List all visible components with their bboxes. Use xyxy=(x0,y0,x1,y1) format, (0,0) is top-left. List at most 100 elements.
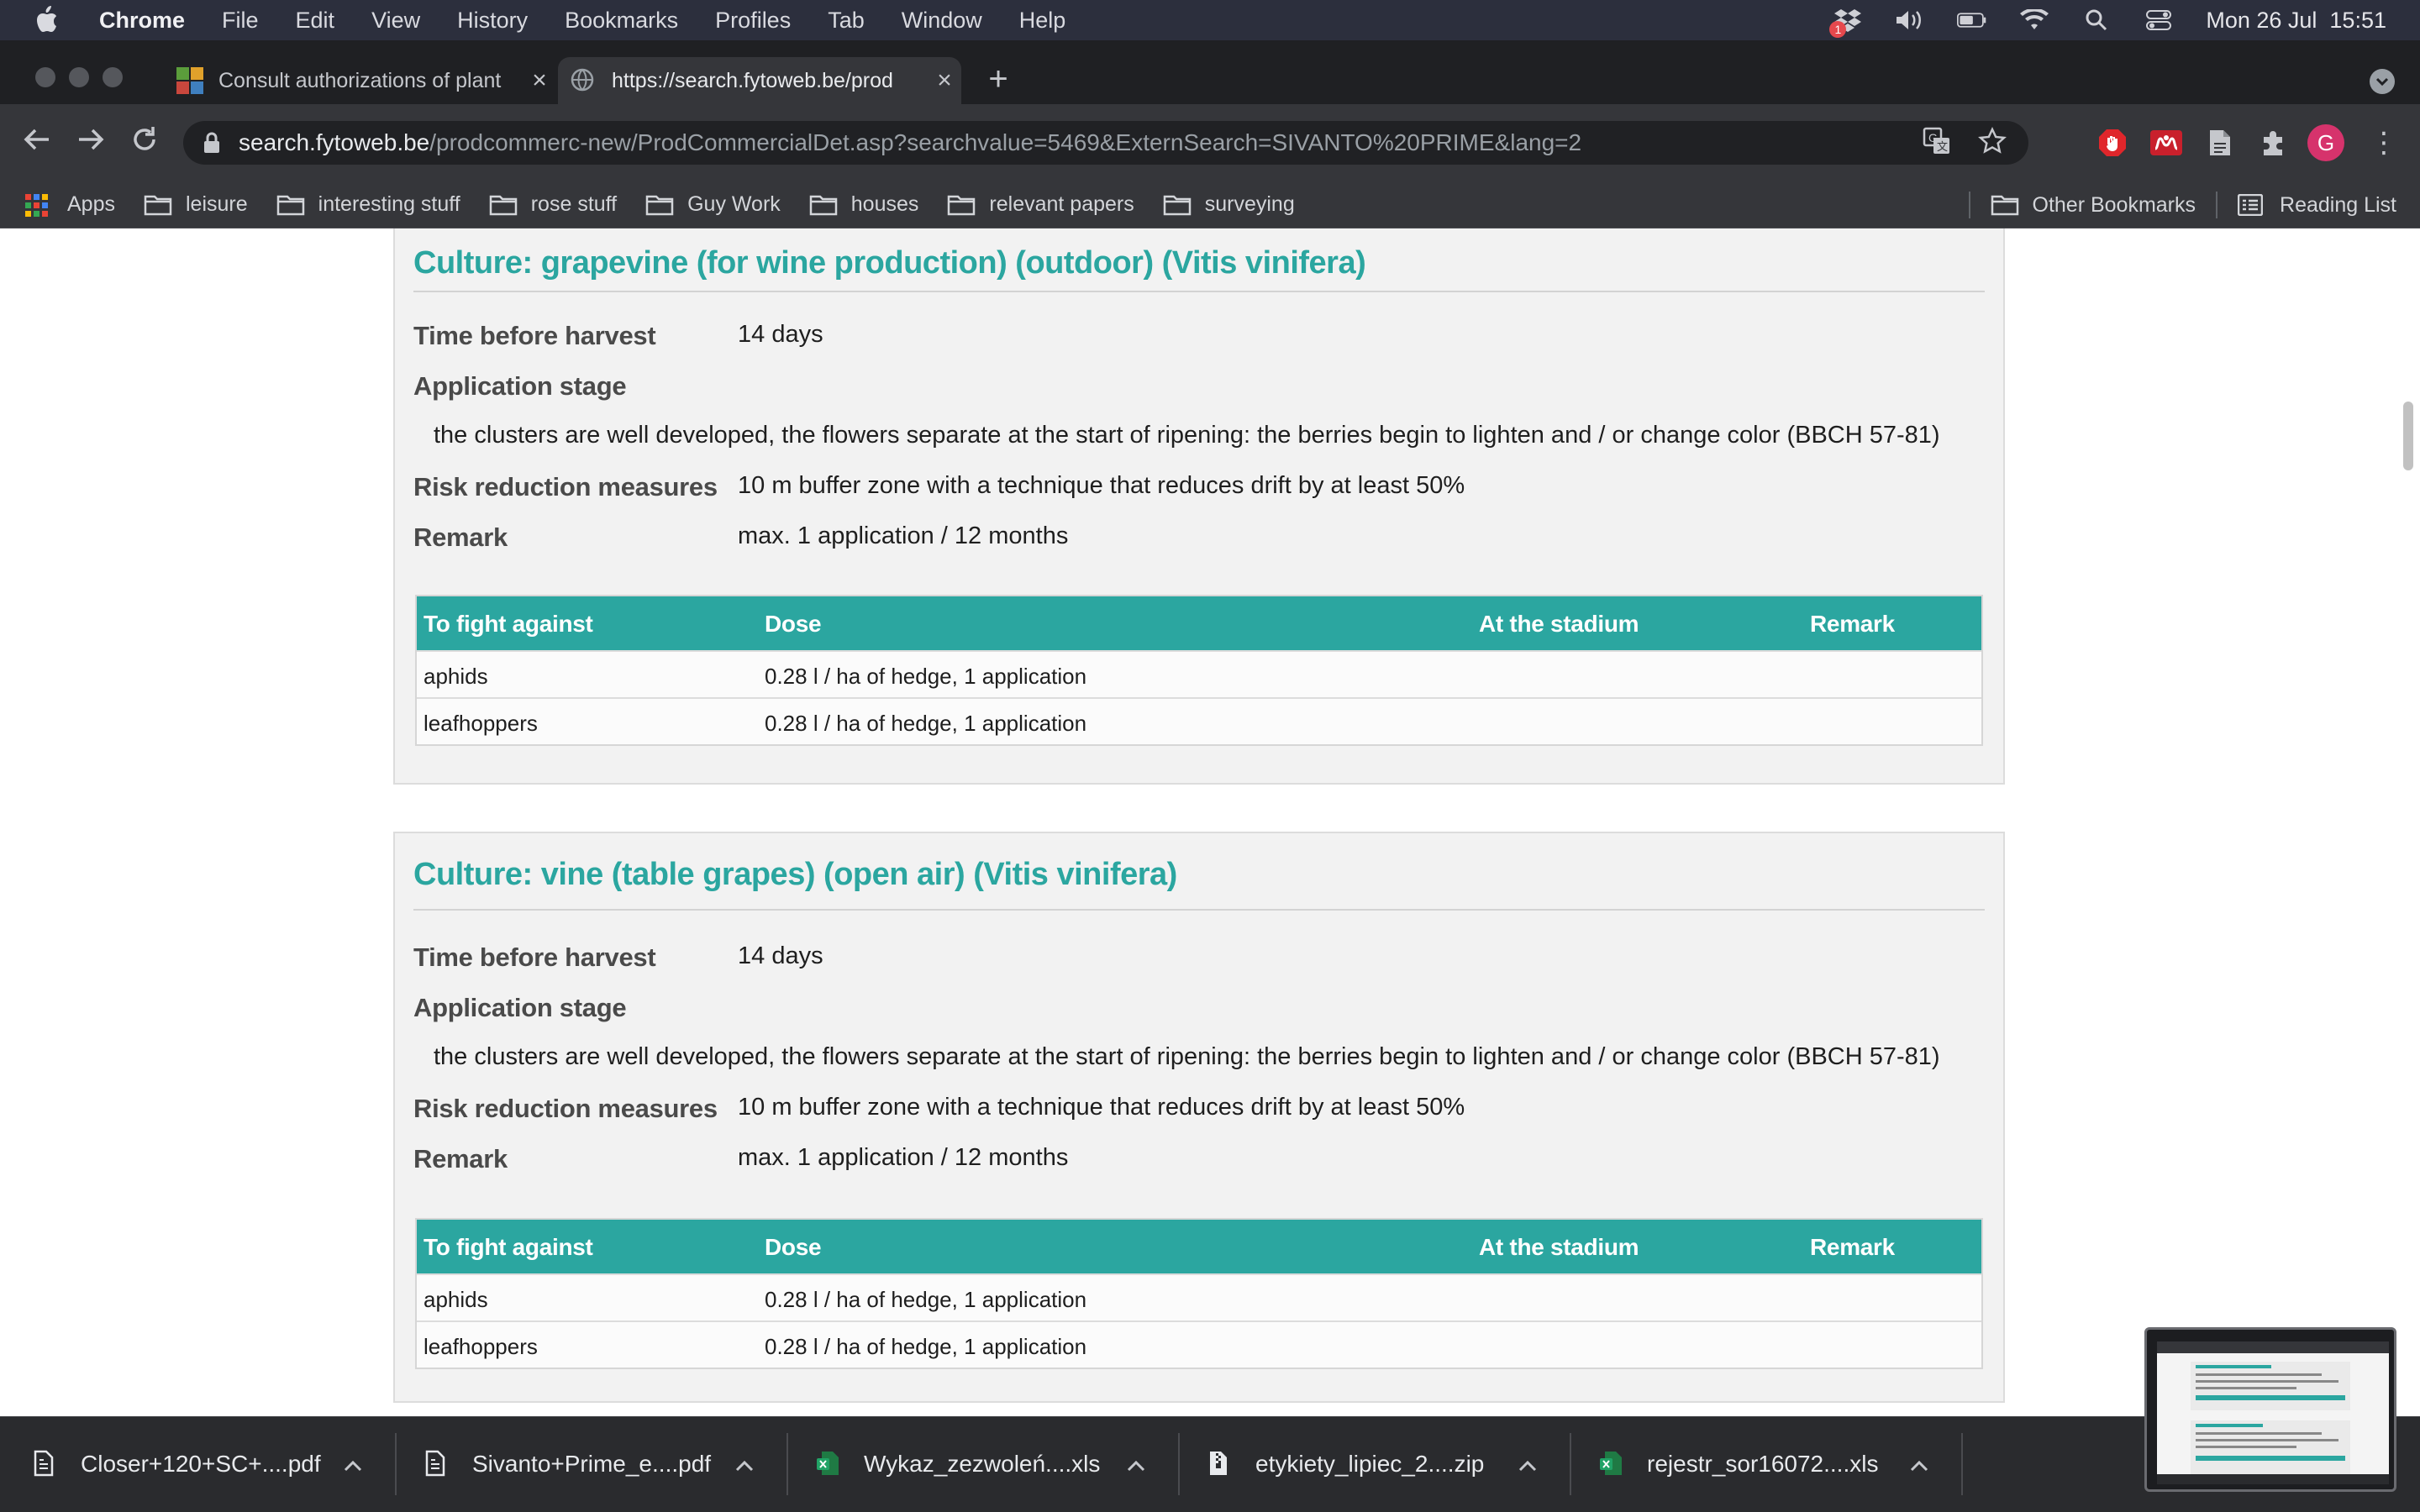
application-stage-value: the clusters are well developed, the flo… xyxy=(434,422,1940,449)
risk-reduction-value: 10 m buffer zone with a technique that r… xyxy=(738,1094,1465,1121)
bookmark-folder-relevant-papers[interactable]: relevant papers xyxy=(947,192,1134,217)
bookmarks-bar-right: Other Bookmarks Reading List xyxy=(1968,181,2396,228)
menu-window[interactable]: Window xyxy=(902,8,982,34)
bookmark-folder-surveying[interactable]: surveying xyxy=(1163,192,1295,217)
excel-file-icon xyxy=(817,1450,840,1478)
translate-icon[interactable]: G文 xyxy=(1923,127,1951,160)
apps-grid-icon xyxy=(25,193,54,217)
bookmark-apps[interactable]: Apps xyxy=(25,192,115,217)
header-dose: Dose xyxy=(765,611,822,637)
bookmark-folder-houses[interactable]: houses xyxy=(809,192,918,217)
menu-bar-clock[interactable]: Mon 26 Jul 15:51 xyxy=(2206,8,2386,34)
lock-icon[interactable] xyxy=(202,131,225,155)
address-bar[interactable]: search.fytoweb.be/prodcommerc-new/ProdCo… xyxy=(183,121,2028,165)
bookmark-label: surveying xyxy=(1204,192,1295,216)
mendeley-extension-icon[interactable] xyxy=(2149,126,2183,160)
download-options-chevron-icon[interactable] xyxy=(1511,1452,1544,1478)
bookmark-folder-leisure[interactable]: leisure xyxy=(144,192,248,217)
control-center-icon[interactable] xyxy=(2144,8,2174,33)
reading-list-button[interactable]: Reading List xyxy=(2237,193,2396,218)
dose-cell: 0.28 l / ha of hedge, 1 application xyxy=(765,711,1087,736)
omnibox-actions: G文 xyxy=(1923,121,2007,165)
download-divider xyxy=(1961,1433,1963,1495)
menu-history[interactable]: History xyxy=(457,8,528,34)
bookmark-folder-guy-work[interactable]: Guy Work xyxy=(645,192,781,217)
new-tab-plus-icon[interactable]: + xyxy=(981,62,1015,97)
screenshot-thumbnail-preview[interactable] xyxy=(2144,1327,2396,1492)
folder-icon xyxy=(1163,194,1192,216)
menu-file[interactable]: File xyxy=(222,8,259,34)
bookmark-other-bookmarks[interactable]: Other Bookmarks xyxy=(1991,193,2196,218)
folder-icon xyxy=(947,194,976,216)
menu-edit[interactable]: Edit xyxy=(296,8,335,34)
reading-list-icon xyxy=(2237,193,2266,217)
battery-icon[interactable] xyxy=(1957,8,1987,33)
bookmark-star-icon[interactable] xyxy=(1978,126,2007,160)
profile-avatar[interactable]: G xyxy=(2307,124,2344,161)
table-row: leafhoppers 0.28 l / ha of hedge, 1 appl… xyxy=(417,697,1981,744)
wifi-icon[interactable] xyxy=(2019,8,2049,33)
spotlight-search-icon[interactable] xyxy=(2081,8,2112,33)
download-item[interactable]: Sivanto+Prime_e....pdf xyxy=(392,1416,783,1512)
window-zoom-button[interactable] xyxy=(103,67,123,87)
page-scrollbar-thumb[interactable] xyxy=(2403,402,2413,470)
reload-icon[interactable] xyxy=(126,123,163,160)
folder-icon xyxy=(144,194,172,216)
title-divider xyxy=(413,909,1985,911)
apple-menu-icon[interactable] xyxy=(34,6,66,34)
table-row: aphids 0.28 l / ha of hedge, 1 applicati… xyxy=(417,1273,1981,1320)
dose-cell: 0.28 l / ha of hedge, 1 application xyxy=(765,1334,1087,1359)
title-divider xyxy=(413,291,1985,292)
tab-close-icon[interactable]: × xyxy=(928,66,961,95)
tab-fytoweb-product[interactable]: https://search.fytoweb.be/prod × xyxy=(558,57,961,104)
bookmark-folder-interesting-stuff[interactable]: interesting stuff xyxy=(276,192,460,217)
header-at-the-stadium: At the stadium xyxy=(1479,1234,1639,1260)
forward-arrow-icon[interactable] xyxy=(72,123,109,160)
menu-view[interactable]: View xyxy=(371,8,420,34)
tab-search-chevron-icon[interactable] xyxy=(2370,69,2395,94)
header-to-fight-against: To fight against xyxy=(424,1234,593,1260)
download-filename: rejestr_sor16072....xls xyxy=(1647,1451,1879,1477)
download-options-chevron-icon[interactable] xyxy=(728,1452,761,1478)
download-filename: Wykaz_zezwoleń....xls xyxy=(864,1451,1101,1477)
bookmark-label: leisure xyxy=(185,192,248,216)
document-extension-icon[interactable] xyxy=(2203,126,2237,160)
download-options-chevron-icon[interactable] xyxy=(336,1452,370,1478)
extensions-puzzle-icon[interactable] xyxy=(2257,126,2291,160)
bookmarks-divider xyxy=(2216,192,2218,218)
menu-bookmarks[interactable]: Bookmarks xyxy=(565,8,678,34)
header-to-fight-against: To fight against xyxy=(424,611,593,637)
window-close-button[interactable] xyxy=(35,67,55,87)
tab-consult-authorizations[interactable]: Consult authorizations of plant × xyxy=(165,57,556,104)
culture-panel-table-grapes: Culture: vine (table grapes) (open air) … xyxy=(393,832,2005,1403)
menu-profiles[interactable]: Profiles xyxy=(715,8,791,34)
application-stage-label: Application stage xyxy=(413,993,627,1022)
download-options-chevron-icon[interactable] xyxy=(1902,1452,1936,1478)
download-options-chevron-icon[interactable] xyxy=(1119,1452,1153,1478)
window-minimize-button[interactable] xyxy=(69,67,89,87)
bookmark-label: rose stuff xyxy=(530,192,618,216)
remark-label: Remark xyxy=(413,522,508,552)
adblock-extension-icon[interactable] xyxy=(2096,126,2129,160)
bookmark-label: interesting stuff xyxy=(318,192,460,216)
menu-app-name[interactable]: Chrome xyxy=(99,8,185,34)
download-item[interactable]: rejestr_sor16072....xls xyxy=(1566,1416,1958,1512)
chrome-menu-kebab-icon[interactable]: ⋮ xyxy=(2370,126,2398,160)
tab-close-icon[interactable]: × xyxy=(523,66,556,95)
download-item[interactable]: etykiety_lipiec_2....zip xyxy=(1175,1416,1566,1512)
url-text[interactable]: search.fytoweb.be/prodcommerc-new/ProdCo… xyxy=(239,129,1581,156)
dropbox-icon[interactable]: 1 xyxy=(1829,8,1863,38)
excel-file-icon xyxy=(1600,1450,1623,1478)
download-item[interactable]: Wykaz_zezwoleń....xls xyxy=(783,1416,1175,1512)
download-item[interactable]: Closer+120+SC+....pdf xyxy=(0,1416,392,1512)
table-header: To fight against Dose At the stadium Rem… xyxy=(417,1220,1981,1273)
back-arrow-icon[interactable] xyxy=(18,123,55,160)
header-dose: Dose xyxy=(765,1234,822,1260)
menu-tab[interactable]: Tab xyxy=(828,8,865,34)
bookmark-folder-rose-stuff[interactable]: rose stuff xyxy=(489,192,617,217)
url-host: search.fytoweb.be xyxy=(239,129,430,155)
menu-help[interactable]: Help xyxy=(1019,8,1066,34)
volume-icon[interactable] xyxy=(1895,8,1925,33)
tab-title: https://search.fytoweb.be/prod xyxy=(612,68,893,92)
folder-icon xyxy=(1991,194,2019,216)
